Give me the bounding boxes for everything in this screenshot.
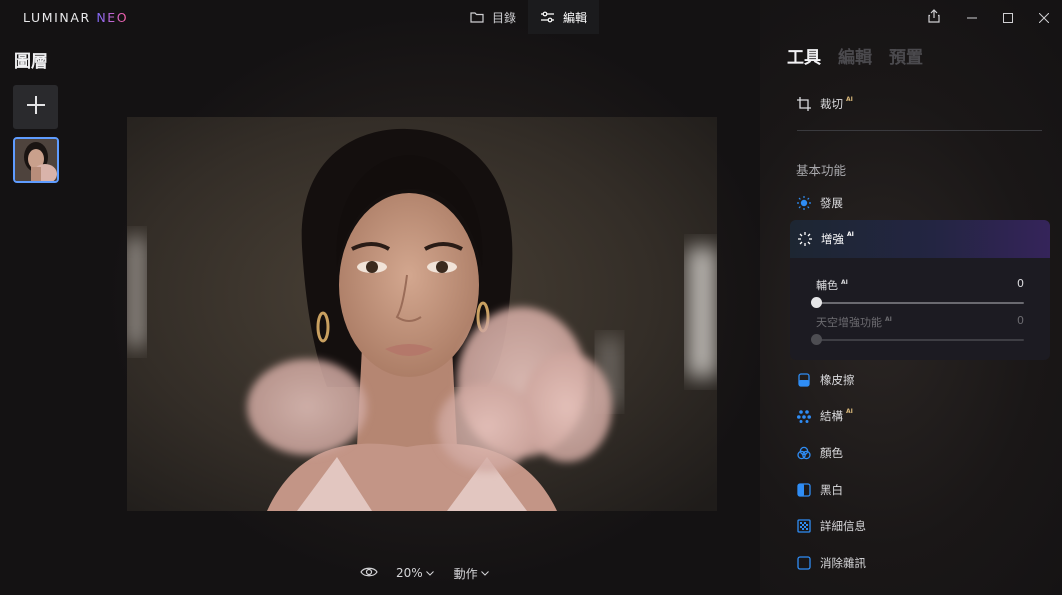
photo-canvas[interactable] [127, 117, 717, 511]
tool-details[interactable]: 詳細信息 [797, 518, 866, 534]
enhance-label: 增強 [821, 232, 844, 246]
slider-accent-track[interactable] [811, 297, 1024, 308]
color-label: 顏色 [820, 446, 843, 460]
actions-dropdown[interactable]: 動作 [454, 565, 489, 582]
structure-label: 結構 [820, 409, 843, 423]
section-title-essentials: 基本功能 [796, 163, 847, 178]
slider-sky-track[interactable] [811, 334, 1024, 345]
tool-enhance[interactable]: 增強 AI [790, 220, 1050, 258]
tool-crop[interactable]: 裁切 AI [797, 96, 853, 112]
denoise-icon [797, 556, 811, 570]
preview-toggle-button[interactable] [360, 566, 378, 581]
tab-tools[interactable]: 工具 [787, 43, 821, 68]
ai-badge: AI [846, 407, 853, 415]
layers-title: 圖層 [14, 52, 48, 72]
slider-accent-knob[interactable] [811, 297, 822, 308]
tab-catalog-label: 目錄 [492, 10, 517, 25]
actions-label: 動作 [453, 566, 478, 581]
crop-label: 裁切 [820, 97, 843, 111]
add-layer-button[interactable] [13, 85, 58, 129]
chevron-down-icon [425, 570, 434, 576]
slider-accent-header: 輔色 AI 0 [816, 277, 1024, 293]
slider-accent-value: 0 [1017, 277, 1024, 290]
tab-presets[interactable]: 預置 [889, 43, 923, 68]
tool-black-white[interactable]: 黑白 [797, 482, 843, 498]
tool-develop[interactable]: 發展 [797, 195, 843, 211]
details-label: 詳細信息 [820, 519, 866, 533]
tool-eraser[interactable]: 橡皮擦 [797, 372, 855, 388]
eye-icon [360, 566, 378, 581]
slider-sky-label: 天空增強功能 [816, 316, 882, 329]
bw-label: 黑白 [820, 483, 843, 497]
denoise-label: 消除雜訊 [820, 556, 866, 570]
maximize-button[interactable] [990, 0, 1026, 34]
close-button[interactable] [1026, 0, 1062, 34]
layer-thumbnail[interactable] [13, 137, 59, 183]
sparkle-icon [798, 232, 812, 246]
tool-denoise[interactable]: 消除雜訊 [797, 555, 866, 571]
panel-tabs: 工具 編輯 預置 [787, 43, 940, 68]
slider-sky-knob[interactable] [811, 334, 822, 345]
sun-icon [797, 196, 811, 210]
ai-badge: AI [847, 230, 854, 238]
chevron-down-icon [480, 570, 489, 576]
app-logo: LUMINAR NEO [23, 10, 129, 25]
tab-edits[interactable]: 編輯 [838, 43, 872, 68]
slider-sky-value: 0 [1017, 314, 1024, 327]
zoom-dropdown[interactable]: 20% [396, 566, 434, 580]
folder-icon [470, 11, 484, 23]
color-icon [797, 446, 811, 460]
divider [797, 130, 1042, 131]
crop-icon [797, 97, 811, 111]
tool-color[interactable]: 顏色 [797, 445, 843, 461]
slider-sky-enhancer: 天空增強功能 AI 0 [811, 314, 1024, 345]
maximize-icon [1003, 8, 1013, 27]
eraser-icon [797, 373, 811, 387]
tab-edit[interactable]: 編輯 [528, 0, 600, 34]
share-button[interactable] [916, 0, 952, 34]
ai-badge: AI [885, 316, 892, 323]
title-bar: LUMINAR NEO 目錄 編輯 [0, 0, 1062, 34]
bw-icon [797, 483, 811, 497]
structure-icon [797, 409, 811, 423]
plus-icon [26, 95, 46, 119]
sliders-icon [540, 11, 555, 23]
tab-catalog[interactable]: 目錄 [458, 0, 528, 34]
slider-accent-label: 輔色 [816, 279, 838, 292]
slider-sky-header: 天空增強功能 AI 0 [816, 314, 1024, 330]
zoom-value: 20% [396, 566, 423, 580]
details-icon [797, 519, 811, 533]
ai-badge: AI [846, 95, 853, 103]
enhance-panel: 增強 AI 輔色 AI 0 天空增強功能 AI 0 [790, 220, 1050, 360]
ai-badge: AI [841, 279, 848, 286]
window-controls [916, 0, 1062, 34]
minimize-button[interactable] [954, 0, 990, 34]
minimize-icon [967, 8, 977, 27]
develop-label: 發展 [820, 196, 843, 210]
slider-accent: 輔色 AI 0 [811, 277, 1024, 308]
portrait-photo [127, 117, 717, 511]
top-navigation: 目錄 編輯 [458, 0, 600, 34]
tool-structure[interactable]: 結構 AI [797, 408, 853, 424]
tab-edit-label: 編輯 [563, 10, 588, 25]
share-icon [928, 8, 940, 27]
bottom-toolbar: 20% 動作 [360, 562, 489, 584]
portrait-thumbnail-image [15, 139, 57, 181]
eraser-label: 橡皮擦 [820, 373, 855, 387]
close-icon [1038, 8, 1050, 27]
